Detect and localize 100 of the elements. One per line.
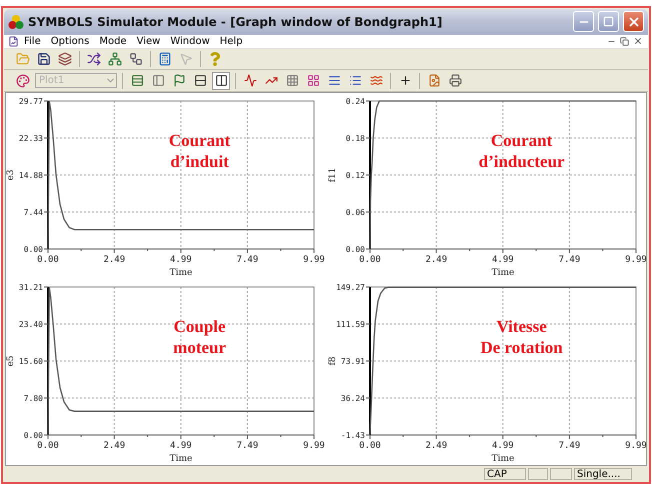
y-tick-label: 31.21 [18,283,43,292]
restore-button[interactable] [618,36,631,47]
status-pane: CAP [484,468,526,480]
x-tick-label: 0.00 [359,255,381,266]
annotation-text: d’inducteur [478,152,565,172]
rows-icon [130,74,144,88]
x-tick-label: 9.99 [625,255,647,266]
pointer-icon [179,52,193,66]
y-tick-label: 29.77 [18,97,43,106]
calculator-icon [158,52,172,66]
x-tick-label: 0.00 [37,441,59,452]
y-tick-label: 7.80 [24,394,43,404]
wave-icon [370,74,382,88]
minimize-button[interactable] [573,11,594,32]
columns-button[interactable] [212,72,230,90]
y-tick-label: 0.00 [24,245,43,254]
menu-item[interactable]: Help [214,36,248,47]
color-grid-icon [306,74,320,88]
y-tick-label: 149.27 [336,283,365,292]
save-icon [37,52,51,66]
columns-icon [214,74,228,88]
annotation-text: moteur [173,338,226,358]
y-axis-title: e3 [6,170,16,181]
y-tick-label: 36.24 [340,394,365,404]
annotation-text: Courant [490,131,552,150]
app-icon [8,14,24,30]
x-tick-label: 0.00 [37,255,59,266]
x-tick-label: 9.99 [625,441,647,452]
close-button[interactable] [623,11,644,32]
layers-button[interactable] [56,50,74,68]
close-icon [632,36,642,46]
y-tick-label: 23.40 [18,320,43,330]
x-tick-label: 2.49 [103,441,126,452]
y-tick-label: 111.59 [336,320,365,330]
list-icon [348,74,362,88]
x-tick-label: 4.99 [492,255,514,266]
x-tick-label: 2.49 [425,255,448,266]
menu-item[interactable]: Window [165,36,215,47]
menu-item[interactable]: View [132,36,166,47]
x-tick-label: 4.99 [170,441,192,452]
restore-icon [620,36,629,46]
x-axis-title: Time [170,454,192,464]
window-title: SYMBOLS Simulator Module - [Graph window of Bondgraph1] [28,14,444,29]
y-tick-label: 0.00 [24,431,43,440]
layers-icon [58,52,72,66]
x-tick-label: 2.49 [425,441,448,452]
x-tick-label: 7.49 [558,255,580,266]
y-tick-label: 14.88 [18,171,43,180]
shuffle-icon [87,52,101,66]
palette-button[interactable] [14,72,32,90]
x-tick-label: 2.49 [103,255,126,266]
y-tick-label: 0.18 [346,134,365,144]
y-tick-label: 22.33 [18,134,43,144]
close-icon [626,14,640,29]
annotation-text: d’induit [170,152,229,172]
help-icon [208,52,222,66]
y-tick-label: 0.24 [346,97,365,106]
y-tick-label: 0.12 [346,171,365,180]
y-tick-label: 0.06 [346,208,365,218]
y-tick-label: 7.44 [24,208,43,218]
plus-icon [398,74,412,88]
wave-icon [244,74,256,88]
y-tick-label: -1.43 [340,431,365,440]
x-tick-label: 9.99 [303,441,325,452]
y-axis-title: f8 [328,356,338,366]
lines-icon [328,74,340,88]
menu-item[interactable]: File [19,36,46,47]
shuffle-button[interactable] [85,50,103,68]
x-axis-title: Time [492,454,514,464]
menu-item[interactable]: Mode [94,36,132,47]
y-tick-label: 0.00 [346,245,365,254]
annotation-text: Vitesse [496,317,547,336]
y-axis-title: f11 [328,168,338,183]
x-tick-label: 9.99 [303,255,325,266]
annotation-text: Couple [174,317,226,336]
folder-icon [16,52,30,66]
x-axis-title: Time [492,268,514,278]
grid-icon [286,74,298,88]
workflow-icon [129,52,143,66]
y-tick-label: 15.60 [18,357,43,366]
x-tick-label: 7.49 [558,441,580,452]
rows-icon [194,74,206,88]
panel-icon [152,74,164,88]
x-tick-label: 4.99 [492,441,514,452]
annotation-text: Courant [168,131,230,150]
x-tick-label: 7.49 [236,255,258,266]
y-axis-title: e5 [6,356,16,367]
menu-item[interactable]: Options [46,36,94,47]
annotation-text: De rotation [480,338,563,358]
x-tick-label: 0.00 [359,441,381,452]
flag-icon [172,74,186,88]
printer-icon [448,74,462,88]
status-pane [550,468,572,480]
x-tick-label: 7.49 [236,441,258,452]
x-tick-label: 4.99 [170,255,192,266]
maximize-icon [603,16,614,28]
palette-icon [16,74,30,88]
network-button[interactable] [106,50,124,68]
network-icon [108,52,122,66]
status-pane [528,468,548,480]
